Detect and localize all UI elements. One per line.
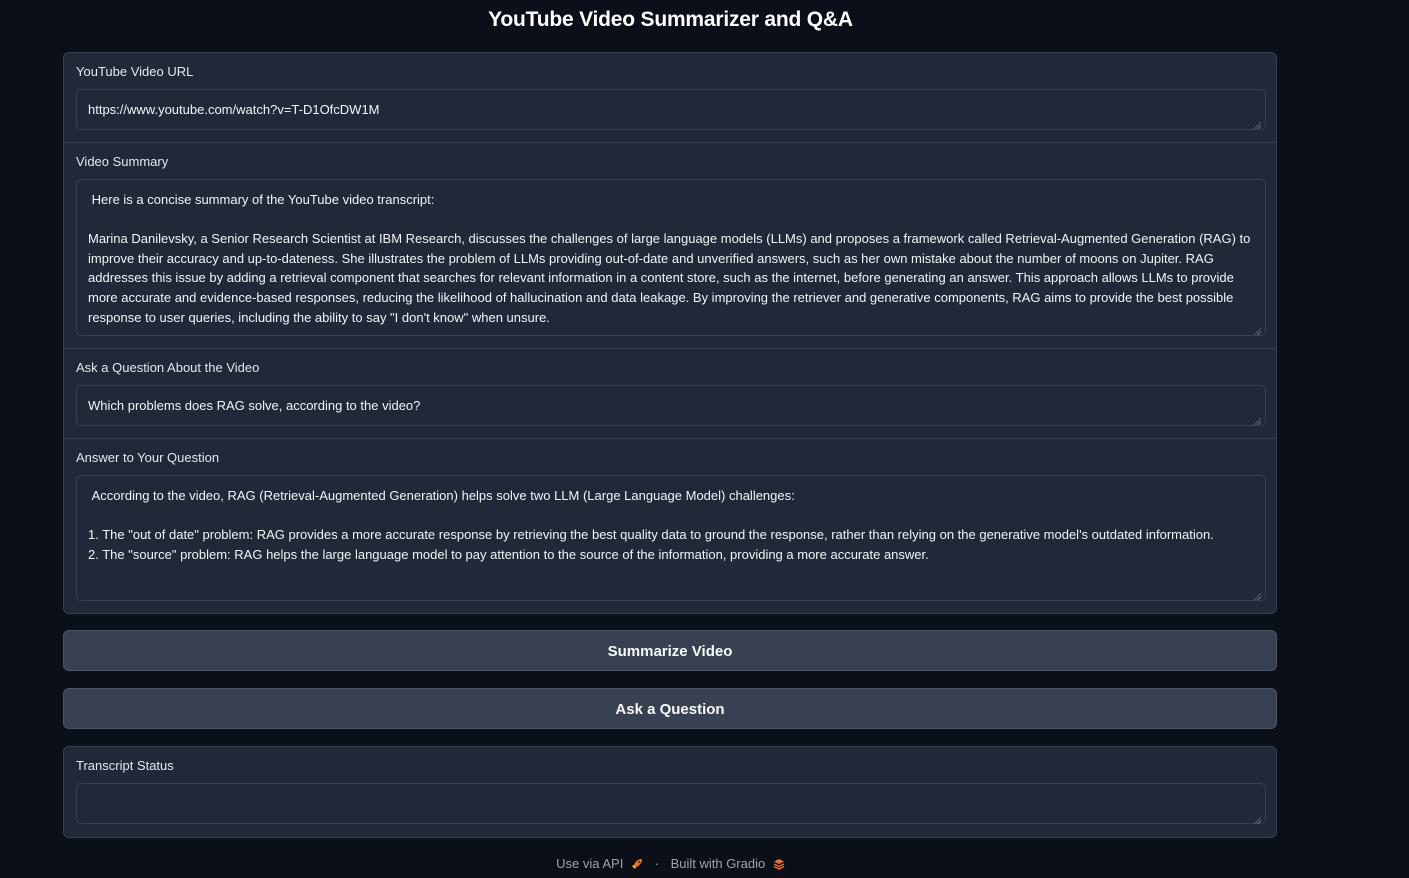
answer-label: Answer to Your Question bbox=[76, 450, 220, 465]
url-label: YouTube Video URL bbox=[76, 64, 194, 79]
url-input[interactable]: https://www.youtube.com/watch?v=T-D1OfcD… bbox=[76, 89, 1266, 130]
url-field-block: YouTube Video URL https://www.youtube.co… bbox=[64, 53, 1276, 143]
question-label: Ask a Question About the Video bbox=[76, 360, 260, 375]
built-with-gradio-link[interactable]: Built with Gradio bbox=[671, 856, 766, 871]
status-panel: Transcript Status bbox=[63, 746, 1277, 838]
answer-field-block: Answer to Your Question According to the… bbox=[64, 439, 1276, 613]
main-panel: YouTube Video URL https://www.youtube.co… bbox=[63, 52, 1277, 614]
summary-field-block: Video Summary Here is a concise summary … bbox=[64, 143, 1276, 349]
ask-question-button[interactable]: Ask a Question bbox=[63, 688, 1277, 729]
question-field-block: Ask a Question About the Video Which pro… bbox=[64, 349, 1276, 439]
summarize-video-button[interactable]: Summarize Video bbox=[63, 630, 1277, 671]
summary-resize-handle[interactable] bbox=[1253, 327, 1261, 335]
question-resize-handle[interactable] bbox=[1253, 417, 1261, 425]
answer-resize-handle[interactable] bbox=[1253, 592, 1261, 600]
rocket-icon bbox=[631, 858, 642, 869]
summary-textarea[interactable]: Here is a concise summary of the YouTube… bbox=[76, 179, 1266, 336]
url-resize-handle[interactable] bbox=[1253, 121, 1261, 129]
status-label: Transcript Status bbox=[76, 758, 174, 773]
summary-label: Video Summary bbox=[76, 154, 169, 169]
answer-textarea[interactable]: According to the video, RAG (Retrieval-A… bbox=[76, 475, 1266, 601]
gradio-logo-icon bbox=[773, 858, 785, 870]
footer-separator: · bbox=[654, 856, 659, 872]
status-resize-handle[interactable] bbox=[1253, 816, 1261, 824]
question-input[interactable]: Which problems does RAG solve, according… bbox=[76, 385, 1266, 426]
page-title: YouTube Video Summarizer and Q&A bbox=[488, 8, 853, 31]
footer: Use via API · Built with Gradio bbox=[0, 855, 1341, 871]
use-via-api-link[interactable]: Use via API bbox=[556, 856, 623, 871]
status-textbox[interactable] bbox=[76, 783, 1266, 824]
status-field-block: Transcript Status bbox=[64, 747, 1276, 837]
